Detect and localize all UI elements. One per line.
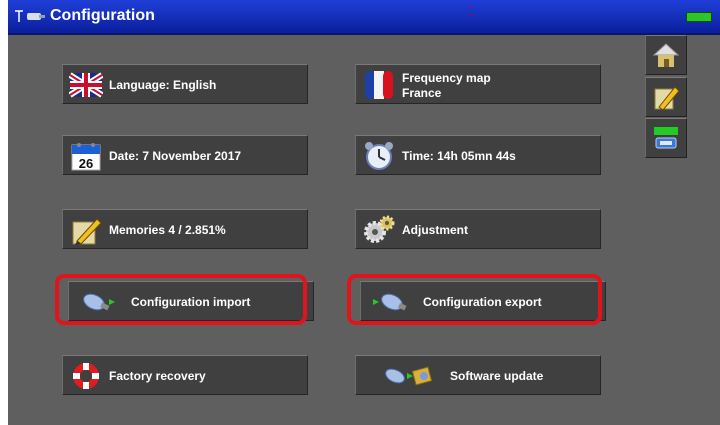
factory-recovery-button[interactable]: Factory recovery	[62, 355, 308, 395]
gears-icon	[364, 215, 395, 243]
usb-transfer-icon	[654, 127, 678, 149]
frequency-map-label: Frequency map France	[402, 71, 491, 100]
alarm-clock-icon	[365, 142, 393, 170]
frequency-map-button[interactable]: Frequency map France	[355, 64, 601, 104]
memories-button[interactable]: Memories 4 / 2.851%	[62, 209, 308, 249]
import-highlight-frame	[55, 274, 307, 325]
lifebuoy-icon	[73, 363, 99, 389]
usb-update-icon	[385, 366, 433, 386]
page-title: Configuration	[50, 7, 155, 24]
france-flag-icon	[365, 71, 393, 99]
antenna-icon	[15, 10, 45, 22]
date-button[interactable]: 26 Date: 7 November 2017	[62, 135, 308, 175]
status-indicator: ... ...	[468, 3, 474, 18]
time-button[interactable]: Time: 14h 05mn 44s	[355, 135, 601, 175]
uk-flag-icon	[69, 72, 103, 98]
adjustment-label: Adjustment	[402, 223, 468, 237]
pencil-icon	[72, 218, 102, 245]
export-highlight-frame	[347, 274, 602, 325]
svg-text:26: 26	[79, 156, 93, 171]
home-button[interactable]	[645, 35, 687, 75]
home-icon	[652, 43, 680, 67]
title-bar: Configuration ... ...	[8, 0, 720, 35]
memories-label: Memories 4 / 2.851%	[109, 223, 226, 237]
language-label: Language: English	[109, 78, 217, 92]
software-update-button[interactable]: Software update	[355, 355, 601, 395]
calendar-icon: 26	[71, 143, 101, 171]
factory-recovery-label: Factory recovery	[109, 369, 206, 383]
edit-button[interactable]	[645, 77, 687, 117]
software-update-label: Software update	[450, 369, 544, 383]
pencil-icon	[654, 86, 680, 111]
time-label: Time: 14h 05mn 44s	[402, 149, 516, 163]
screen: Configuration ... ... Language: English …	[8, 0, 720, 425]
language-button[interactable]: Language: English	[62, 64, 308, 104]
battery-icon	[686, 12, 712, 22]
adjustment-button[interactable]: Adjustment	[355, 209, 601, 249]
date-label: Date: 7 November 2017	[109, 149, 242, 163]
transfer-button[interactable]	[645, 118, 687, 158]
